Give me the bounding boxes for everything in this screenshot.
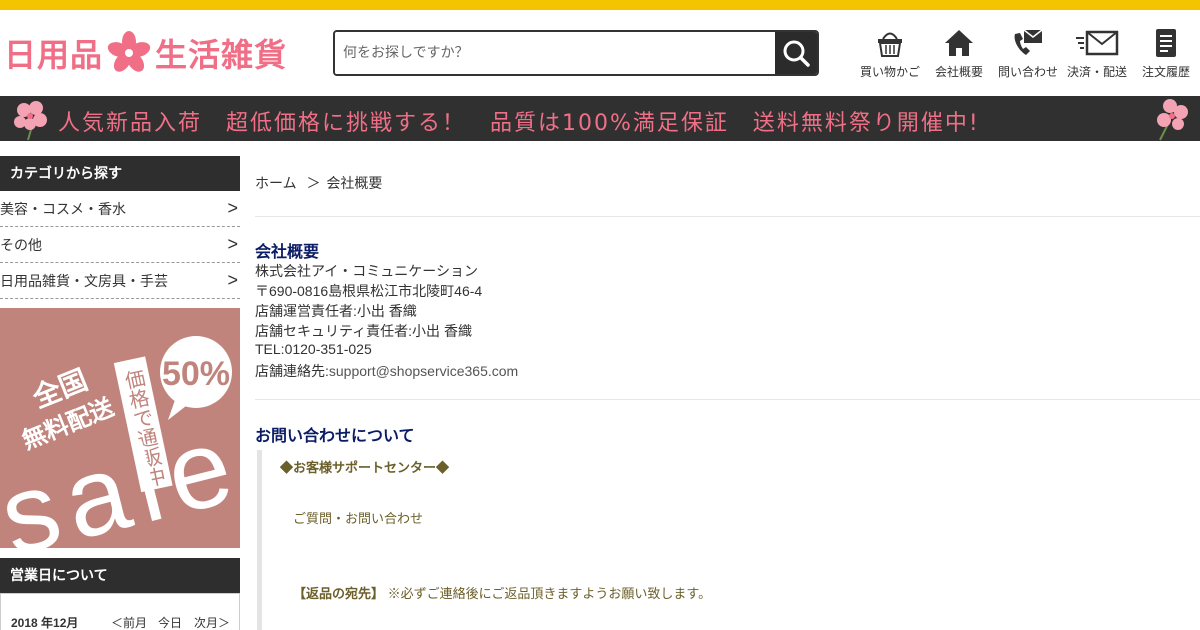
home-icon [945, 30, 973, 56]
calendar: 2018 年12月 ＜前月 今日 次月＞ [0, 593, 240, 630]
company-address: 〒690-0816島根県松江市北陵町46-4 [255, 283, 483, 299]
search-button[interactable] [775, 32, 817, 74]
company-contact: 店舗連絡先:support@shopservice365.com [255, 361, 518, 381]
category-label: その他 [0, 236, 42, 253]
business-days-heading: 営業日について [0, 558, 240, 593]
nav-order-history[interactable]: 注文履歴 [1138, 28, 1194, 80]
support-center-heading: ◆お客様サポートセンター◆ [280, 460, 450, 475]
calendar-prev-button[interactable]: ＜前月 [111, 614, 147, 630]
company-security-manager: 店舗セキュリティ責任者:小出 香織 [255, 323, 472, 339]
nav-cart[interactable]: 買い物かご [859, 28, 921, 80]
search-icon [783, 40, 810, 67]
sakura-flower-icon [107, 31, 151, 72]
nav-contact[interactable]: 問い合わせ [996, 28, 1060, 80]
return-address-label: 【返品の宛先】 [293, 586, 385, 601]
nav-company-label: 会社概要 [934, 65, 983, 79]
company-email-link[interactable]: support@shopservice365.com [329, 363, 518, 379]
breadcrumb-current: 会社概要 [326, 175, 383, 191]
category-item[interactable]: 日用品雑貨・文房具・手芸 > [0, 263, 240, 299]
category-label: 美容・コスメ・香水 [0, 200, 126, 217]
logo-text-right: 生活雑貨 [155, 36, 288, 74]
nav-company[interactable]: 会社概要 [930, 28, 988, 80]
breadcrumb-home-link[interactable]: ホーム [255, 175, 297, 191]
company-title: 会社概要 [255, 244, 320, 261]
phone-mail-icon [1014, 29, 1043, 55]
logo-text-left: 日用品 [4, 36, 104, 74]
calendar-next-button[interactable]: 次月＞ [194, 614, 230, 630]
nav-order-history-label: 注文履歴 [1141, 65, 1190, 79]
return-note: ※必ずご連絡後にご返品頂きますようお願い致します。 [387, 586, 712, 601]
nav-cart-label: 買い物かご [859, 65, 920, 79]
sidebar: カテゴリから探す 美容・コスメ・香水 > その他 > 日用品雑貨・文房具・手芸 … [0, 156, 240, 299]
sale-banner[interactable]: 50% 全国 無料配送 価格で通販中 sale [0, 308, 240, 548]
company-name: 株式会社アイ・コミュニケーション [255, 263, 479, 279]
calendar-today-button[interactable]: 今日 [158, 614, 182, 630]
sale-percent: 50% [162, 355, 230, 393]
category-label: 日用品雑貨・文房具・手芸 [0, 272, 168, 289]
divider [255, 399, 1200, 400]
category-item[interactable]: 美容・コスメ・香水 > [0, 191, 240, 227]
inquiry-title: お問い合わせについて [255, 428, 415, 445]
site-logo[interactable]: 日用品 生活雑貨 [4, 30, 287, 76]
search-input[interactable] [335, 32, 775, 74]
nav-contact-label: 問い合わせ [997, 65, 1058, 79]
category-item[interactable]: その他 > [0, 227, 240, 263]
business-days-section: 営業日について [0, 558, 240, 593]
promo-banner: 人気新品入荷 超低価格に挑戦する！ 品質は100%満足保証 送料無料祭り開催中! [0, 96, 1200, 141]
calendar-month: 2018 年12月 [11, 616, 79, 630]
promo-banner-text: 人気新品入荷 超低価格に挑戦する！ 品質は100%満足保証 送料無料祭り開催中! [58, 111, 980, 136]
company-tel: TEL:0120-351-025 [255, 341, 372, 357]
breadcrumb: ホーム ＞ 会社概要 [255, 173, 382, 193]
search-bar [333, 30, 819, 76]
document-icon [1156, 29, 1176, 57]
return-address-row: 【返品の宛先】 ※必ずご連絡後にご返品頂きますようお願い致します。 [293, 583, 711, 602]
basket-icon [878, 32, 902, 57]
inquiry-questions-text: ご質問・お問い合わせ [293, 511, 424, 526]
company-manager: 店舗運営責任者:小出 香織 [255, 303, 417, 319]
sale-banner-graphic: 50% 全国 無料配送 価格で通販中 sale [0, 336, 240, 548]
fast-mail-icon [1076, 30, 1119, 56]
sakura-branch-icon [1157, 99, 1188, 141]
breadcrumb-separator: ＞ [306, 175, 321, 191]
sakura-branch-icon [14, 101, 47, 141]
divider [255, 216, 1200, 217]
chevron-right-icon: > [227, 270, 238, 290]
nav-payment-shipping-label: 決済・配送 [1066, 65, 1127, 79]
site-header: 日用品 生活雑貨 何をお探しですか？ 買い物かご 会社概要 問い合わせ 決済・配… [0, 10, 1200, 96]
chevron-right-icon: > [227, 198, 238, 218]
nav-payment-shipping[interactable]: 決済・配送 [1064, 28, 1130, 80]
category-heading: カテゴリから探す [0, 156, 240, 191]
inquiry-box: ◆お客様サポートセンター◆ ご質問・お問い合わせ 【返品の宛先】 ※必ずご連絡後… [257, 450, 1200, 630]
top-accent-bar [0, 0, 1200, 10]
chevron-right-icon: > [227, 234, 238, 254]
company-contact-label: 店舗連絡先: [255, 363, 329, 379]
